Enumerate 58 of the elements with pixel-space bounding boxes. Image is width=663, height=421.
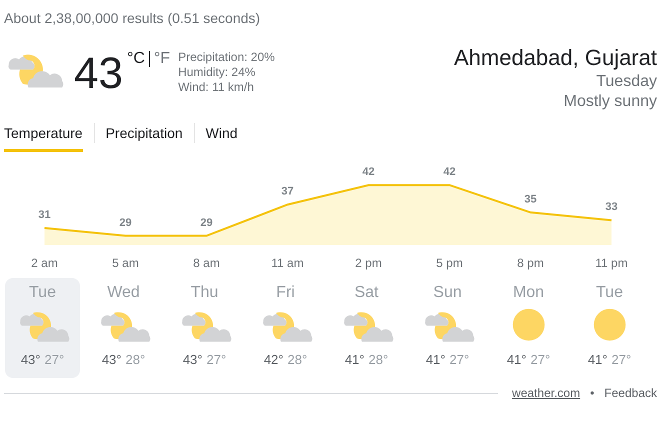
unit-toggle[interactable]: °F bbox=[154, 50, 170, 68]
high-temperature: 41° bbox=[588, 352, 608, 367]
data-label: 42 bbox=[443, 166, 456, 178]
data-label: 37 bbox=[281, 186, 294, 198]
source-link[interactable]: weather.com bbox=[512, 386, 580, 400]
temperature-value: 43 bbox=[74, 48, 123, 100]
weather-detail: Precipitation: 20% bbox=[178, 50, 275, 65]
day-forecast-tile[interactable]: Thu 43° 27° bbox=[167, 278, 242, 378]
tab[interactable]: Precipitation bbox=[106, 122, 183, 152]
day-forecast-tile[interactable]: Wed 43° 28° bbox=[86, 278, 161, 378]
sun-icon bbox=[592, 308, 626, 342]
axis-label: 5 pm bbox=[435, 256, 464, 270]
axis-label: 2 pm bbox=[354, 256, 383, 270]
high-temperature: 42° bbox=[264, 352, 284, 367]
data-label: 33 bbox=[605, 201, 618, 214]
weather-detail: Humidity: 24% bbox=[178, 65, 256, 80]
day-label: Tuesday bbox=[595, 72, 657, 92]
results-count: About 2,38,00,000 results (0.51 seconds) bbox=[3, 9, 262, 28]
sun-icon bbox=[512, 308, 546, 342]
low-temperature: 27° bbox=[530, 352, 550, 367]
axis-label: 5 am bbox=[111, 256, 140, 270]
axis-label: 8 pm bbox=[516, 256, 545, 270]
unit-toggle[interactable]: °C bbox=[126, 50, 145, 68]
high-temperature: 43° bbox=[102, 352, 122, 367]
tab[interactable]: Temperature bbox=[4, 122, 83, 152]
axis-label: 11 am bbox=[270, 256, 305, 270]
high-temperature: 43° bbox=[20, 352, 40, 367]
separator-dot: • bbox=[590, 386, 594, 400]
tab[interactable]: Wind bbox=[206, 122, 238, 152]
feedback-link[interactable]: Feedback bbox=[604, 386, 657, 400]
axis-label: 8 am bbox=[192, 256, 221, 270]
data-label: 29 bbox=[119, 216, 132, 229]
high-temperature: 43° bbox=[182, 352, 202, 367]
low-temperature: 27° bbox=[44, 352, 64, 367]
day-forecast-tile[interactable]: Fri 42° 28° bbox=[248, 278, 323, 378]
high-temperature: 41° bbox=[426, 352, 446, 367]
low-temperature: 27° bbox=[450, 352, 470, 367]
high-temperature: 41° bbox=[506, 352, 526, 367]
low-temperature: 27° bbox=[612, 352, 632, 367]
low-temperature: 28° bbox=[368, 352, 388, 367]
axis-label: 11 pm bbox=[594, 256, 629, 270]
weather-detail: Wind: 11 km/h bbox=[178, 80, 255, 95]
data-label: 31 bbox=[38, 209, 51, 221]
day-forecast-tile[interactable]: Tue 41° 27° bbox=[572, 278, 647, 378]
location-name: Ahmedabad, Gujarat bbox=[454, 44, 657, 72]
data-label: 35 bbox=[524, 193, 537, 206]
day-forecast-tile[interactable]: Tue 43° 27° bbox=[5, 278, 80, 378]
low-temperature: 27° bbox=[206, 352, 226, 367]
axis-label: 2 am bbox=[30, 256, 59, 270]
day-forecast-tile[interactable]: Sat 41° 28° bbox=[329, 278, 404, 378]
weather-description: Mostly sunny bbox=[562, 92, 657, 112]
high-temperature: 41° bbox=[344, 352, 364, 367]
day-forecast-tile[interactable]: Mon 41° 27° bbox=[491, 278, 566, 378]
low-temperature: 28° bbox=[126, 352, 146, 367]
day-forecast-tile[interactable]: Sun 41° 27° bbox=[410, 278, 485, 378]
data-label: 42 bbox=[362, 166, 375, 178]
data-label: 29 bbox=[200, 216, 213, 229]
low-temperature: 28° bbox=[288, 352, 308, 367]
